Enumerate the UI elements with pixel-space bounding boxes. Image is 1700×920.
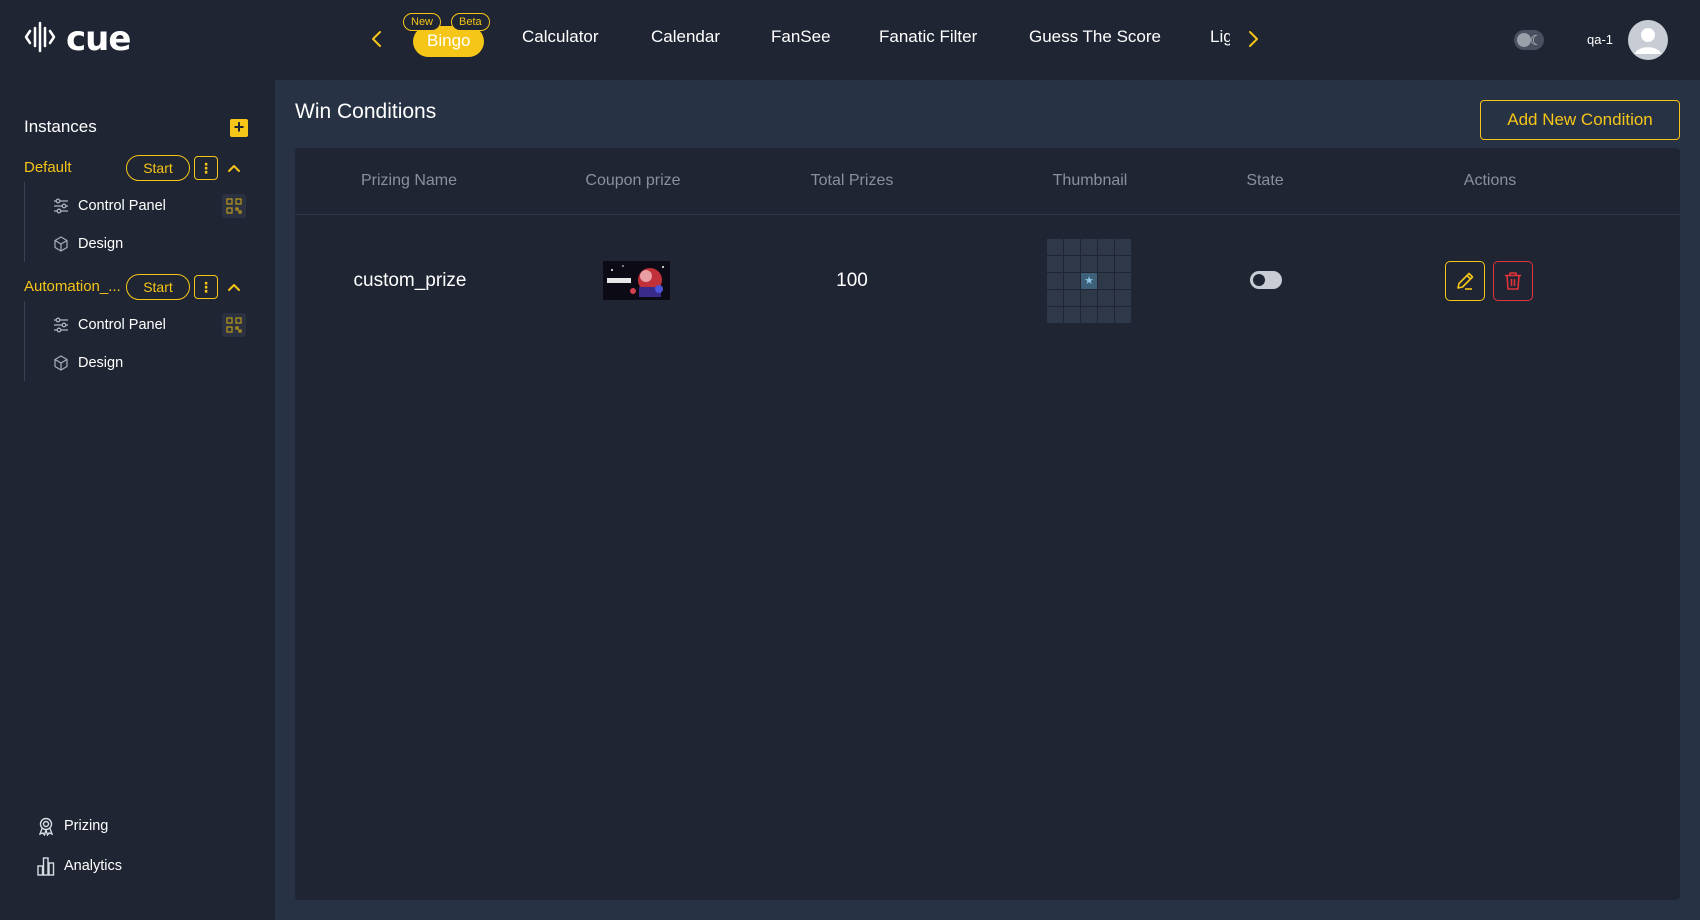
tab-calculator[interactable]: Calculator bbox=[522, 27, 599, 47]
top-bar: cue Bingo Calculator Calendar FanSee Fan… bbox=[0, 0, 1700, 80]
sidebar-item-analytics[interactable]: Analytics bbox=[36, 854, 122, 878]
tree-line bbox=[24, 301, 25, 381]
sidebar-item-label: Design bbox=[78, 355, 124, 371]
sidebar-item-label: Design bbox=[78, 236, 124, 252]
start-button-default[interactable]: Start bbox=[126, 155, 190, 181]
sidebar-item-design[interactable]: Design bbox=[52, 351, 123, 375]
logo-text: cue bbox=[66, 19, 131, 59]
tab-calendar[interactable]: Calendar bbox=[651, 27, 720, 47]
username: qa-1 bbox=[1587, 32, 1614, 47]
add-new-condition-button[interactable]: Add New Condition bbox=[1480, 100, 1680, 140]
user-avatar-icon[interactable] bbox=[1628, 20, 1668, 60]
qr-code-icon bbox=[226, 317, 242, 333]
sidebar-item-control-panel[interactable]: Control Panel bbox=[52, 194, 166, 218]
instance-name-default[interactable]: Default bbox=[24, 159, 120, 176]
delete-button[interactable] bbox=[1493, 261, 1533, 301]
collapse-instance-button[interactable] bbox=[226, 279, 242, 295]
column-header-prizing-name: Prizing Name bbox=[360, 172, 458, 189]
pencil-icon bbox=[1457, 272, 1474, 290]
sidebar-link-label: Analytics bbox=[64, 858, 123, 874]
column-header-actions: Actions bbox=[1463, 172, 1517, 189]
cube-icon bbox=[52, 354, 70, 372]
edit-button[interactable] bbox=[1445, 261, 1485, 301]
app-tabs: Bingo Calculator Calendar FanSee Fanatic… bbox=[410, 0, 1230, 80]
page-title: Win Conditions bbox=[295, 100, 437, 123]
moon-icon: ☾ bbox=[1530, 32, 1543, 48]
sidebar-link-label: Prizing bbox=[64, 818, 109, 834]
nav-next-button[interactable] bbox=[1241, 26, 1265, 52]
start-button-automation[interactable]: Start bbox=[126, 274, 190, 300]
tab-fanatic-filter[interactable]: Fanatic Filter bbox=[879, 27, 977, 47]
sidebar-item-label: Control Panel bbox=[78, 198, 166, 214]
add-instance-button[interactable]: + bbox=[230, 117, 248, 137]
state-toggle[interactable] bbox=[1250, 271, 1282, 289]
instance-name-automation[interactable]: Automation_... bbox=[24, 278, 120, 295]
instance-menu-button[interactable]: ⋮ bbox=[194, 156, 218, 180]
theme-toggle-knob bbox=[1517, 33, 1531, 47]
instance-menu-button[interactable]: ⋮ bbox=[194, 275, 218, 299]
new-badge: New bbox=[403, 13, 442, 31]
sidebar-item-label: Control Panel bbox=[78, 317, 166, 333]
chevron-left-icon bbox=[372, 31, 381, 47]
main-content: Win Conditions Add New Condition Prizing… bbox=[275, 80, 1700, 920]
sliders-icon bbox=[52, 316, 70, 334]
chevron-up-icon bbox=[228, 165, 240, 172]
collapse-instance-button[interactable] bbox=[226, 160, 242, 176]
column-header-coupon-prize: Coupon prize bbox=[585, 172, 681, 189]
win-conditions-table: Prizing Name Coupon prize Total Prizes T… bbox=[295, 148, 1680, 900]
beta-badge: Beta bbox=[451, 13, 490, 31]
sidebar-item-control-panel[interactable]: Control Panel bbox=[52, 313, 166, 337]
award-icon bbox=[36, 816, 56, 836]
qr-code-button[interactable] bbox=[222, 313, 246, 337]
tree-line bbox=[24, 182, 25, 262]
kebab-icon: ⋮ bbox=[199, 160, 213, 176]
cube-icon bbox=[52, 235, 70, 253]
state-toggle-knob bbox=[1253, 274, 1265, 286]
instances-heading: Instances bbox=[24, 117, 97, 136]
theme-toggle[interactable]: ☾ bbox=[1514, 30, 1544, 50]
column-header-total-prizes: Total Prizes bbox=[810, 172, 894, 189]
total-prizes-cell: 100 bbox=[836, 270, 868, 291]
nav-prev-button[interactable] bbox=[365, 26, 389, 52]
star-icon: ★ bbox=[1081, 273, 1097, 289]
sliders-icon bbox=[52, 197, 70, 215]
column-header-thumbnail: Thumbnail bbox=[1052, 172, 1128, 189]
tab-guess-the-score[interactable]: Guess The Score bbox=[1029, 27, 1161, 47]
chevron-up-icon bbox=[228, 284, 240, 291]
logo[interactable]: cue bbox=[24, 19, 131, 60]
bingo-grid-thumbnail: ★ bbox=[1047, 239, 1131, 323]
logo-waveform-icon bbox=[24, 19, 60, 60]
column-header-state: State bbox=[1246, 172, 1284, 189]
qr-code-icon bbox=[226, 198, 242, 214]
qr-code-button[interactable] bbox=[222, 194, 246, 218]
coupon-image[interactable] bbox=[603, 261, 670, 300]
sidebar-item-prizing[interactable]: Prizing bbox=[36, 814, 108, 838]
plus-icon: + bbox=[233, 117, 245, 137]
header-divider bbox=[295, 214, 1680, 215]
trash-icon bbox=[1505, 272, 1521, 290]
sidebar: Instances + Default Start ⋮ Control Pane… bbox=[0, 80, 275, 920]
tab-fansee[interactable]: FanSee bbox=[771, 27, 831, 47]
prizing-name-cell: custom_prize bbox=[353, 270, 467, 291]
chevron-right-icon bbox=[1249, 31, 1258, 47]
kebab-icon: ⋮ bbox=[199, 279, 213, 295]
tab-lig[interactable]: Lig bbox=[1210, 27, 1230, 47]
bar-chart-icon bbox=[36, 856, 56, 876]
sidebar-item-design[interactable]: Design bbox=[52, 232, 123, 256]
